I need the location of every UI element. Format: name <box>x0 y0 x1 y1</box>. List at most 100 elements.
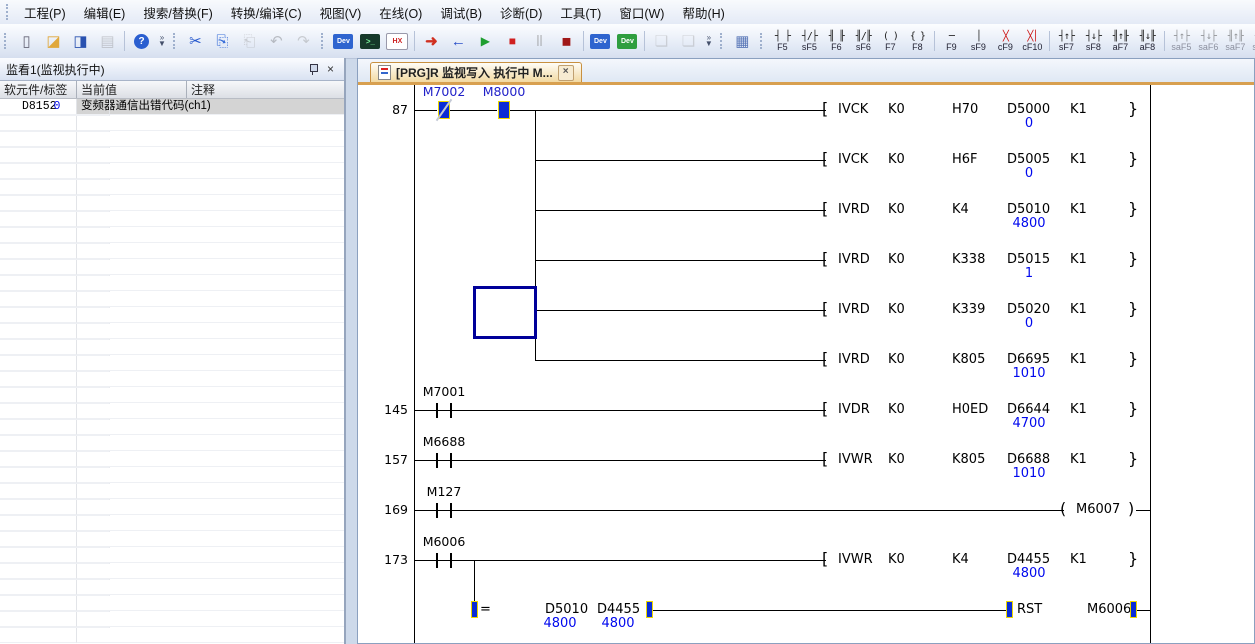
operand-K1[interactable]: K1 <box>1070 252 1087 268</box>
operand-K1[interactable]: K1 <box>1070 102 1087 118</box>
watch-empty-row[interactable] <box>0 227 344 243</box>
watch-device-cell[interactable] <box>0 195 77 211</box>
monitor-start-button[interactable]: ▶ <box>473 29 498 54</box>
watch-device-cell[interactable] <box>0 531 77 547</box>
watch-empty-row[interactable] <box>0 259 344 275</box>
read-from-plc-button[interactable]: ← <box>446 29 471 54</box>
watch-device-cell[interactable] <box>0 499 77 515</box>
menu-edit[interactable]: 编辑(E) <box>75 0 135 25</box>
toolbar-overflow-icon[interactable]: »▼ <box>158 35 166 47</box>
operand-M6006[interactable]: M6006 <box>1087 602 1131 618</box>
operand-K0[interactable]: K0 <box>888 552 905 568</box>
ladder-edit-cursor[interactable] <box>473 286 537 339</box>
watch-empty-row[interactable] <box>0 627 344 643</box>
watch-empty-row[interactable] <box>0 275 344 291</box>
ladder-rising-pulse-button[interactable]: ┤↑├sF7 <box>1053 27 1080 56</box>
menu-tools[interactable]: 工具(T) <box>551 0 610 25</box>
menu-project[interactable]: 工程(P) <box>15 0 75 25</box>
watch-device-cell[interactable] <box>0 371 77 387</box>
operand-K4[interactable]: K4 <box>952 552 969 568</box>
watch-empty-row[interactable] <box>0 323 344 339</box>
watch-device-cell[interactable] <box>0 307 77 323</box>
watch-device-cell[interactable] <box>0 579 77 595</box>
operand-K0[interactable]: K0 <box>888 302 905 318</box>
operand-K1[interactable]: K1 <box>1070 302 1087 318</box>
device-batch-monitor-button[interactable]: Dev <box>588 29 613 54</box>
watch-device-cell[interactable] <box>0 435 77 451</box>
watch-empty-row[interactable] <box>0 355 344 371</box>
operand-K339[interactable]: K339 <box>952 302 985 318</box>
instruction-IVCK[interactable]: IVCK <box>838 152 868 168</box>
operand-K1[interactable]: K1 <box>1070 552 1087 568</box>
save-button[interactable]: ◨ <box>68 29 93 54</box>
watch-device-cell[interactable] <box>0 211 77 227</box>
operand-K805[interactable]: K805 <box>952 352 985 368</box>
watch-device-cell[interactable] <box>0 323 77 339</box>
menu-diagnostics[interactable]: 诊断(D) <box>491 0 551 25</box>
menu-window[interactable]: 窗口(W) <box>610 0 673 25</box>
watch-device-cell[interactable] <box>0 403 77 419</box>
watch-device-cell[interactable] <box>0 515 77 531</box>
watch-empty-row[interactable] <box>0 211 344 227</box>
program-check-button[interactable]: ▦ <box>730 29 755 54</box>
instruction-IVWR[interactable]: IVWR <box>838 452 873 468</box>
operand-K1[interactable]: K1 <box>1070 402 1087 418</box>
menu-convert-compile[interactable]: 转换/编译(C) <box>222 0 311 25</box>
ladder-rising-pulse-branch-button[interactable]: ╢↑╟aF7 <box>1107 27 1134 56</box>
operand-K4[interactable]: K4 <box>952 202 969 218</box>
watch-empty-row[interactable] <box>0 339 344 355</box>
contact-M127[interactable] <box>436 503 438 518</box>
watch-device-cell[interactable] <box>0 611 77 627</box>
watch-empty-row[interactable] <box>0 371 344 387</box>
ladder-application-instruction-button[interactable]: { }F8 <box>904 27 931 56</box>
watch-device-cell[interactable] <box>0 131 77 147</box>
operand-K1[interactable]: K1 <box>1070 202 1087 218</box>
instruction-IVRD[interactable]: IVRD <box>838 352 870 368</box>
instruction-RST[interactable]: RST <box>1017 602 1042 618</box>
watch-empty-row[interactable] <box>0 435 344 451</box>
watch-empty-row[interactable] <box>0 419 344 435</box>
pin-icon[interactable] <box>305 62 320 77</box>
contact-M6688[interactable] <box>436 453 438 468</box>
instruction-IVRD[interactable]: IVRD <box>838 302 870 318</box>
instruction-IVDR[interactable]: IVDR <box>838 402 870 418</box>
instruction-IVCK[interactable]: IVCK <box>838 102 868 118</box>
watch-empty-row[interactable] <box>0 387 344 403</box>
operand-K0[interactable]: K0 <box>888 252 905 268</box>
menu-online[interactable]: 在线(O) <box>370 0 431 25</box>
watch-device-cell[interactable] <box>0 467 77 483</box>
watch-empty-row[interactable] <box>0 115 344 131</box>
ladder-falling-pulse-branch-button[interactable]: ╢↓╟aF8 <box>1134 27 1161 56</box>
coil-M6007[interactable]: M6007 <box>1076 502 1120 518</box>
watch-device-cell[interactable] <box>0 355 77 371</box>
operand-K0[interactable]: K0 <box>888 452 905 468</box>
operand-H0ED[interactable]: H0ED <box>952 402 988 418</box>
watch-device-cell[interactable] <box>0 387 77 403</box>
operand-H6F[interactable]: H6F <box>952 152 978 168</box>
watch-empty-row[interactable] <box>0 467 344 483</box>
close-icon[interactable]: × <box>323 62 338 77</box>
watch-empty-row[interactable] <box>0 483 344 499</box>
watch-empty-row[interactable] <box>0 307 344 323</box>
watch-empty-row[interactable] <box>0 179 344 195</box>
watch-device-cell[interactable] <box>0 419 77 435</box>
new-button[interactable]: ▯ <box>14 29 39 54</box>
ladder-falling-pulse-button[interactable]: ┤↓├sF8 <box>1080 27 1107 56</box>
watch-device-cell[interactable] <box>0 563 77 579</box>
watch-device-cell[interactable] <box>0 259 77 275</box>
watch-empty-row[interactable] <box>0 595 344 611</box>
monitor-stop-all-button[interactable]: ◼ <box>554 29 579 54</box>
instruction-IVWR[interactable]: IVWR <box>838 552 873 568</box>
operand-K338[interactable]: K338 <box>952 252 985 268</box>
terminal-monitor-button[interactable]: >_ <box>358 29 383 54</box>
copy-button[interactable]: ⎘ <box>210 29 235 54</box>
operand-K1[interactable]: K1 <box>1070 352 1087 368</box>
watch-empty-row[interactable] <box>0 243 344 259</box>
operand-K0[interactable]: K0 <box>888 202 905 218</box>
watch-device-cell[interactable] <box>0 451 77 467</box>
watch-device-cell[interactable] <box>0 275 77 291</box>
contact-label-M6006[interactable]: M6006 <box>404 534 484 549</box>
watch-device-cell[interactable] <box>0 595 77 611</box>
watch-empty-row[interactable] <box>0 131 344 147</box>
watch-row[interactable]: D81520变频器通信出错代码(ch1) <box>0 99 344 115</box>
